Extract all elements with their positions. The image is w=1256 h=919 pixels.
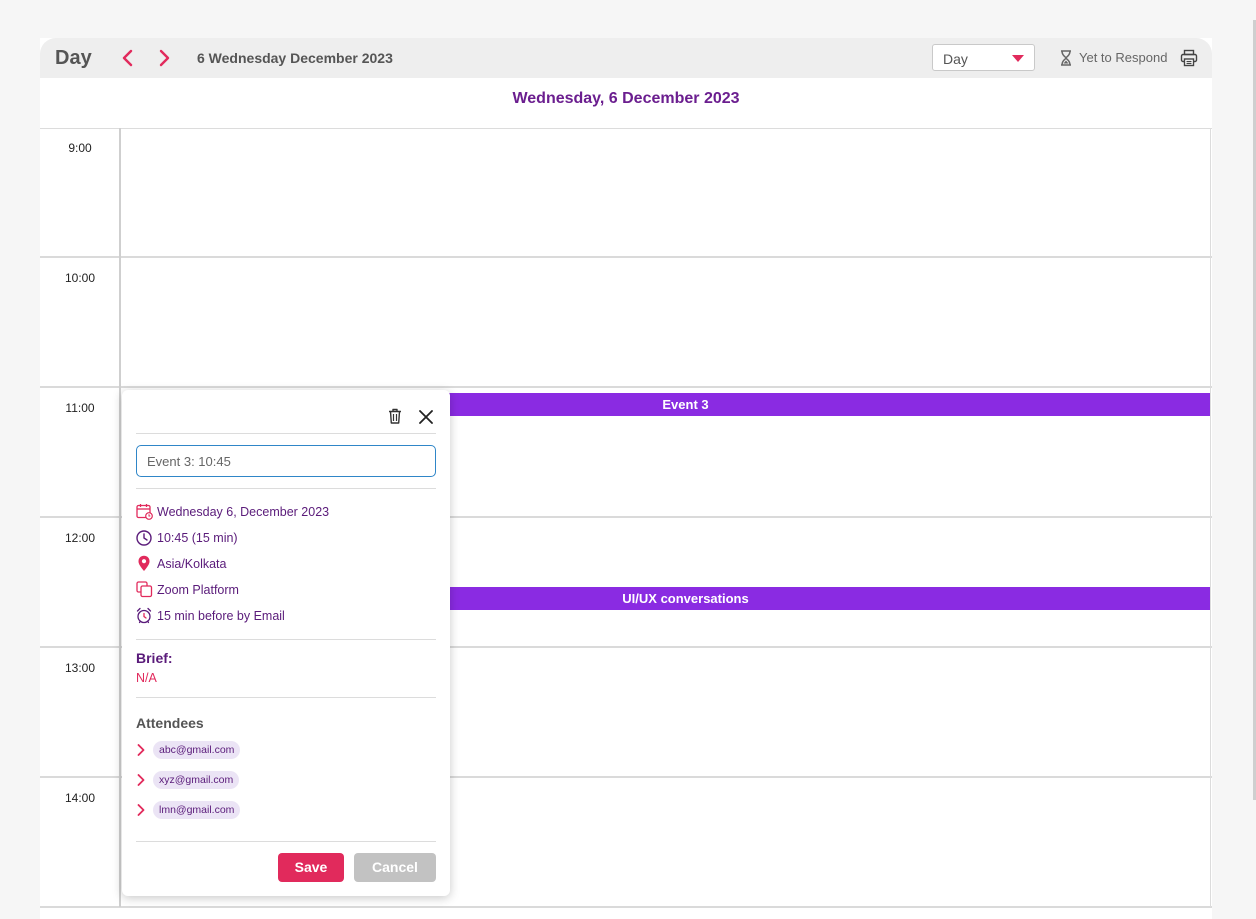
hour-label: 13:00 xyxy=(64,661,96,675)
divider xyxy=(136,433,436,434)
platform-icon xyxy=(136,581,153,598)
trash-icon[interactable] xyxy=(388,408,402,424)
alarm-icon xyxy=(136,607,152,624)
attendee-chip: lmn@gmail.com xyxy=(153,801,241,819)
divider xyxy=(136,841,436,842)
previous-button[interactable] xyxy=(117,47,139,69)
caret-down-icon xyxy=(1012,55,1024,62)
close-icon[interactable] xyxy=(419,410,433,424)
event-date: Wednesday 6, December 2023 xyxy=(157,505,330,519)
view-select-value: Day xyxy=(943,51,968,67)
event-timezone: Asia/Kolkata xyxy=(157,557,227,571)
day-header-label: Wednesday, 6 December 2023 xyxy=(512,90,740,107)
location-pin-icon xyxy=(138,555,150,571)
hour-label: 9:00 xyxy=(68,141,92,155)
save-button[interactable]: Save xyxy=(278,853,344,882)
view-title: Day xyxy=(55,47,92,69)
attendees-label: Attendees xyxy=(136,715,204,731)
hour-slot[interactable]: 9:00 xyxy=(40,128,1212,258)
chevron-right-icon xyxy=(137,804,145,816)
event-time: 10:45 (15 min) xyxy=(157,531,238,545)
hour-slot[interactable]: 10:00 xyxy=(40,258,1212,388)
divider xyxy=(136,697,436,698)
view-select[interactable]: Day xyxy=(932,44,1035,71)
hour-label: 11:00 xyxy=(65,401,95,415)
event-details-popup: Wednesday 6, December 2023 10:45 (15 min… xyxy=(122,390,450,896)
chevron-right-icon xyxy=(159,49,170,67)
cancel-button[interactable]: Cancel xyxy=(354,853,436,882)
time-gutter-divider xyxy=(119,128,121,907)
divider xyxy=(136,639,436,640)
yet-to-respond-filter[interactable]: Yet to Respond xyxy=(1079,50,1167,65)
calendar-icon xyxy=(136,504,153,520)
next-button[interactable] xyxy=(153,47,175,69)
event-title-input[interactable] xyxy=(136,445,436,477)
chevron-left-icon xyxy=(122,49,133,67)
chevron-right-icon xyxy=(137,744,145,756)
printer-icon[interactable] xyxy=(1180,49,1198,67)
current-date-label: 6 Wednesday December 2023 xyxy=(197,50,393,66)
hourglass-icon xyxy=(1061,50,1071,66)
attendee-chip: xyz@gmail.com xyxy=(153,771,240,789)
clock-icon xyxy=(136,530,152,546)
hour-label: 10:00 xyxy=(64,271,96,285)
attendee-chip: abc@gmail.com xyxy=(153,741,241,759)
grid-right-border xyxy=(1210,128,1211,907)
brief-value: N/A xyxy=(136,671,157,685)
brief-label: Brief: xyxy=(136,650,173,666)
event-platform: Zoom Platform xyxy=(157,583,239,597)
calendar-toolbar: Day 6 Wednesday December 2023 Day Yet to… xyxy=(40,38,1212,78)
chevron-right-icon xyxy=(137,774,145,786)
hour-label: 14:00 xyxy=(64,791,96,805)
hour-label: 12:00 xyxy=(64,531,96,545)
divider xyxy=(136,488,436,489)
day-header: Wednesday, 6 December 2023 xyxy=(40,78,1212,129)
event-reminder: 15 min before by Email xyxy=(157,609,285,623)
